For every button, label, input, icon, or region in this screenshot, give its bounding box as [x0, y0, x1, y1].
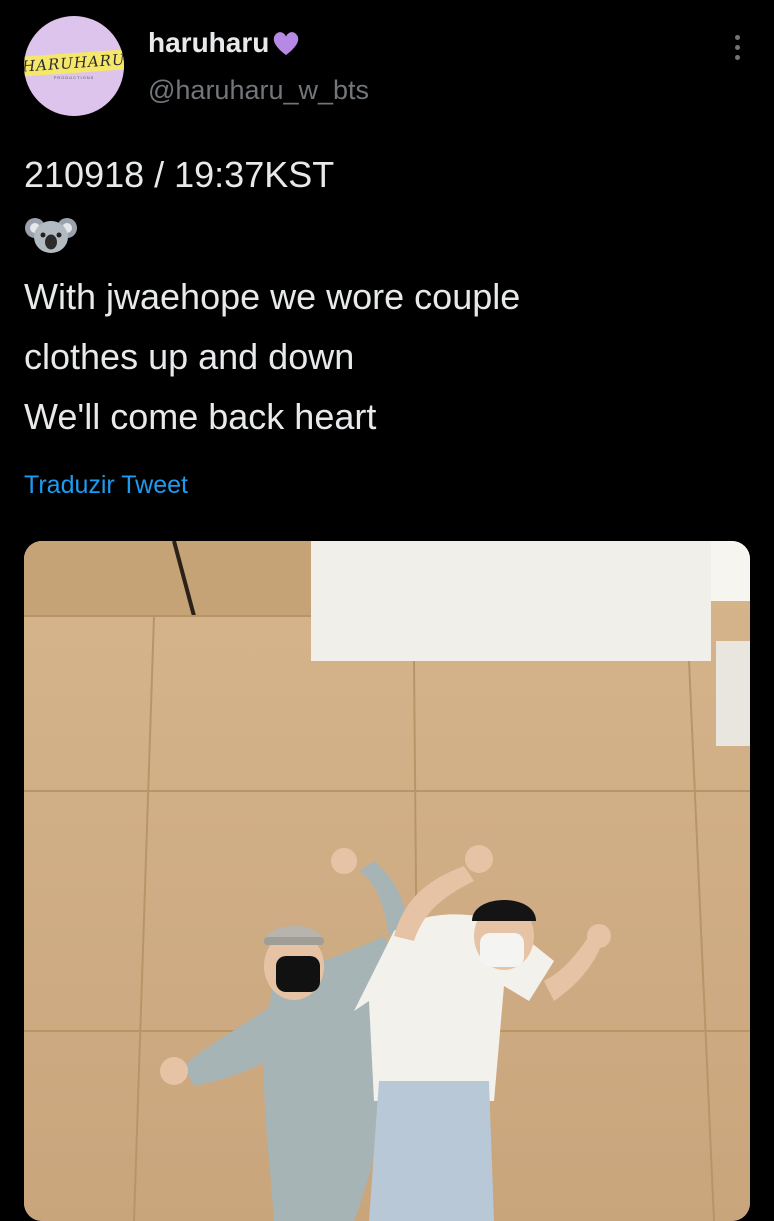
tweet-photo[interactable]	[24, 541, 750, 1221]
more-dot	[734, 44, 740, 50]
koala-icon	[25, 218, 77, 253]
koala-line	[24, 205, 754, 267]
translate-tweet-link[interactable]: Traduzir Tweet	[24, 471, 188, 500]
tweet-line-3: We'll come back heart	[24, 396, 377, 437]
more-options-button[interactable]	[726, 30, 748, 64]
photo-illustration	[24, 541, 750, 1221]
avatar-logo-subtext: PRODUCTIONS	[53, 74, 95, 80]
author-handle[interactable]: @haruharu_w_bts	[148, 75, 369, 106]
tweet-line-2: clothes up and down	[24, 336, 355, 377]
avatar-logo-text: HARUHARU	[24, 48, 124, 77]
tweet-line-date: 210918 / 19:37KST	[24, 154, 335, 195]
tweet-line-1: With jwaehope we wore couple	[24, 276, 521, 317]
more-dot	[734, 34, 740, 40]
avatar[interactable]: HARUHARU PRODUCTIONS	[24, 16, 124, 116]
purple-heart-icon	[274, 32, 299, 56]
tweet-text: 210918 / 19:37KST With jwaehope we wore …	[24, 145, 754, 447]
more-dot	[734, 54, 740, 60]
author-name-text: haruharu	[148, 27, 270, 58]
author-display-name[interactable]: haruharu	[148, 27, 301, 59]
